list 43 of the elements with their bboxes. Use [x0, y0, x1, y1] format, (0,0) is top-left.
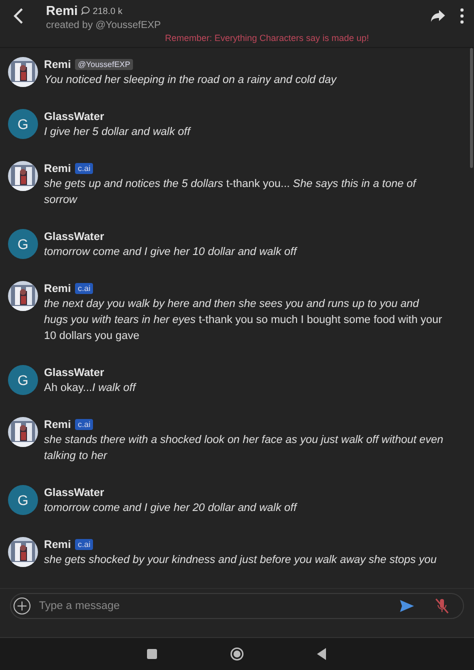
author-tag: @YoussefEXP	[74, 59, 134, 70]
user-avatar: G	[8, 229, 38, 259]
disclaimer-text: Remember: Everything Characters say is made up!	[0, 33, 474, 48]
author-name: GlassWater	[44, 366, 104, 378]
creator-text: created by @YoussefEXP	[46, 20, 162, 31]
character-name: Remi	[46, 3, 78, 18]
message-field[interactable]: Type a message	[10, 593, 464, 619]
author-name: GlassWater	[44, 230, 104, 242]
more-icon[interactable]	[460, 8, 464, 24]
message-text: tomorrow come and I give her 10 dollar and walk off	[44, 245, 297, 260]
message-text: Ah okay...I walk off	[44, 381, 136, 396]
plus-icon[interactable]	[13, 597, 31, 615]
author-name: GlassWater	[44, 486, 104, 498]
back-nav-icon[interactable]	[317, 648, 328, 660]
author-name: Remi	[44, 162, 71, 174]
message-text: I give her 5 dollar and walk off	[44, 125, 190, 140]
message-input[interactable]: Type a message	[37, 599, 399, 613]
share-icon[interactable]	[430, 9, 446, 23]
recents-icon[interactable]	[146, 649, 157, 659]
home-icon[interactable]	[230, 647, 244, 661]
author-tag: c.ai	[74, 283, 94, 294]
send-icon[interactable]	[399, 599, 415, 613]
message-text: You noticed her sleeping in the road on a rainy and cold day	[44, 73, 336, 88]
mic-off-icon[interactable]	[435, 598, 449, 614]
author-name: Remi	[44, 58, 71, 70]
author-name: Remi	[44, 282, 71, 294]
message-text: she gets shocked by your kindness and just before you walk away she stops you	[44, 553, 437, 568]
user-avatar: G	[8, 365, 38, 395]
chat-bubble-icon	[80, 6, 90, 15]
author-name: GlassWater	[44, 110, 104, 122]
message-text: the next day you walk by here and then she sees you and runs up to you and hugs you with tears in her eyes t-thank you so much I bought some food with your 10 dollars you gave	[44, 297, 444, 344]
author-tag: c.ai	[74, 163, 94, 174]
message-text: she gets up and notices the 5 dollars t-thank you... She says this in a tone of sorrow	[44, 177, 418, 208]
interaction-count: 218.0 k	[92, 6, 122, 16]
message-text: tomorrow come and I give her 20 dollar and walk off	[44, 501, 297, 516]
scrollbar[interactable]	[470, 48, 473, 168]
author-name: Remi	[44, 538, 71, 550]
author-tag: c.ai	[74, 419, 94, 430]
author-name: Remi	[44, 418, 71, 430]
user-avatar: G	[8, 109, 38, 139]
author-tag: c.ai	[74, 539, 94, 550]
user-avatar: G	[8, 485, 38, 515]
message-text: she stands there with a shocked look on her face as you just walk off without even talking to her	[44, 433, 444, 464]
